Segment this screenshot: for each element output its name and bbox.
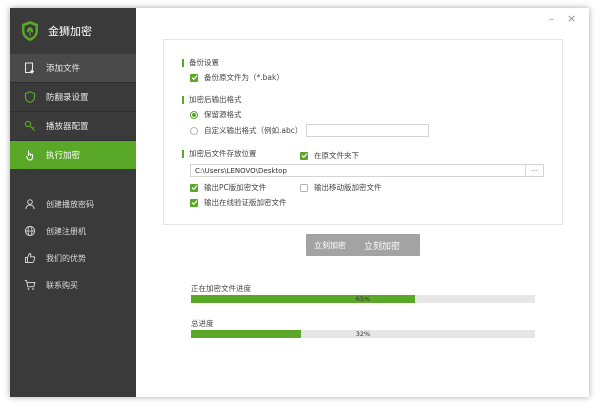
- sidebar-item-label: 添加文件: [46, 64, 81, 74]
- section-title-output-format: 加密后输出格式: [182, 96, 242, 104]
- hand-pointer-icon: [24, 149, 36, 161]
- app-logo: 金狮加密: [10, 8, 136, 54]
- sidebar-item-contact-purchase[interactable]: 联系购买: [10, 272, 136, 298]
- key-icon: [24, 120, 36, 132]
- sidebar-item-label: 创建注册机: [46, 226, 86, 236]
- online-version-row[interactable]: 输出在线验证版加密文件: [190, 197, 287, 208]
- app-title: 金狮加密: [48, 25, 92, 38]
- in-source-folder-checkbox[interactable]: [300, 151, 308, 160]
- sidebar-item-label: 联系购买: [46, 280, 78, 290]
- sidebar-item-create-keygen[interactable]: 创建注册机: [10, 218, 136, 244]
- encrypt-now-ghost-label: 立刻加密: [314, 240, 346, 250]
- current-progress-text: 65%: [355, 295, 371, 303]
- browse-button[interactable]: ···: [525, 165, 543, 176]
- sidebar-item-label: 执行加密: [46, 151, 81, 161]
- sidebar-item-label: 播放器配置: [46, 122, 89, 132]
- shield-leaf-icon: [22, 21, 38, 41]
- sidebar-item-label: 防翻录设置: [46, 93, 89, 103]
- close-button[interactable]: ×: [567, 12, 576, 25]
- check-icon: [191, 75, 197, 81]
- pc-version-row[interactable]: 输出PC版加密文件: [190, 182, 266, 193]
- mobile-version-label: 输出移动版加密文件: [314, 183, 382, 192]
- check-icon: [191, 200, 197, 206]
- custom-format-radio-row[interactable]: 自定义输出格式（例如.abc）: [190, 125, 302, 136]
- cart-icon: [24, 279, 36, 291]
- check-icon: [301, 153, 307, 159]
- mobile-version-row[interactable]: 输出移动版加密文件: [300, 182, 382, 193]
- sidebar-item-label: 创建播放密码: [46, 199, 94, 209]
- minimize-button[interactable]: –: [549, 14, 554, 25]
- current-progress-label: 正在加密文件进度: [191, 284, 251, 293]
- pc-version-checkbox[interactable]: [190, 183, 198, 192]
- encrypt-settings-panel: 备份设置 备份原文件为（*.bak） 加密后输出格式 保留源格式 自定义输出格式…: [163, 39, 563, 225]
- keep-format-label: 保留源格式: [204, 110, 242, 119]
- globe-icon: [24, 225, 36, 237]
- section-title-backup: 备份设置: [182, 59, 219, 67]
- backup-checkbox-row[interactable]: 备份原文件为（*.bak）: [190, 72, 284, 83]
- mobile-version-checkbox[interactable]: [300, 183, 308, 192]
- output-path-value: C:\Users\LENOVO\Desktop: [195, 166, 287, 175]
- sidebar-item-anti-record[interactable]: 防翻录设置: [10, 83, 136, 111]
- custom-format-input[interactable]: [306, 124, 429, 137]
- backup-checkbox[interactable]: [190, 73, 198, 82]
- custom-format-label: 自定义输出格式（例如.abc）: [204, 126, 303, 135]
- total-progress-label: 总进度: [191, 319, 214, 328]
- online-version-label: 输出在线验证版加密文件: [204, 198, 287, 207]
- in-source-folder-row[interactable]: 在原文件夹下: [300, 150, 359, 161]
- keep-format-radio-row[interactable]: 保留源格式: [190, 109, 242, 120]
- add-file-icon: [24, 62, 36, 74]
- sidebar-item-player-config[interactable]: 播放器配置: [10, 112, 136, 140]
- sidebar-item-add-file[interactable]: 添加文件: [10, 54, 136, 82]
- total-progress-bar: 32%: [191, 330, 535, 338]
- total-progress-text: 32%: [355, 330, 371, 338]
- current-progress-bar: 65%: [191, 295, 535, 303]
- check-icon: [191, 185, 197, 191]
- user-icon: [24, 198, 36, 210]
- custom-format-radio[interactable]: [190, 126, 198, 135]
- online-version-checkbox[interactable]: [190, 198, 198, 207]
- sidebar: 金狮加密 添加文件 防翻录设置 播放器配置 执行加密 创建播放密码 创建注册机 …: [10, 8, 136, 397]
- in-source-folder-label: 在原文件夹下: [314, 151, 359, 160]
- backup-label: 备份原文件为（*.bak）: [204, 73, 284, 82]
- sidebar-item-our-advantages[interactable]: 我们的优势: [10, 245, 136, 271]
- thumbs-up-icon: [24, 252, 36, 264]
- app-window: 金狮加密 添加文件 防翻录设置 播放器配置 执行加密 创建播放密码 创建注册机 …: [10, 8, 589, 397]
- sidebar-item-create-play-password[interactable]: 创建播放密码: [10, 191, 136, 217]
- encrypt-now-label: 立刻加密: [363, 241, 400, 252]
- output-path-input[interactable]: C:\Users\LENOVO\Desktop ···: [190, 164, 544, 177]
- keep-format-radio[interactable]: [190, 110, 198, 119]
- sidebar-item-execute-encrypt[interactable]: 执行加密: [10, 141, 136, 169]
- sidebar-item-label: 我们的优势: [46, 253, 86, 263]
- section-title-output-location: 加密后文件存放位置: [182, 150, 257, 158]
- shield-icon: [24, 91, 36, 103]
- pc-version-label: 输出PC版加密文件: [204, 183, 267, 192]
